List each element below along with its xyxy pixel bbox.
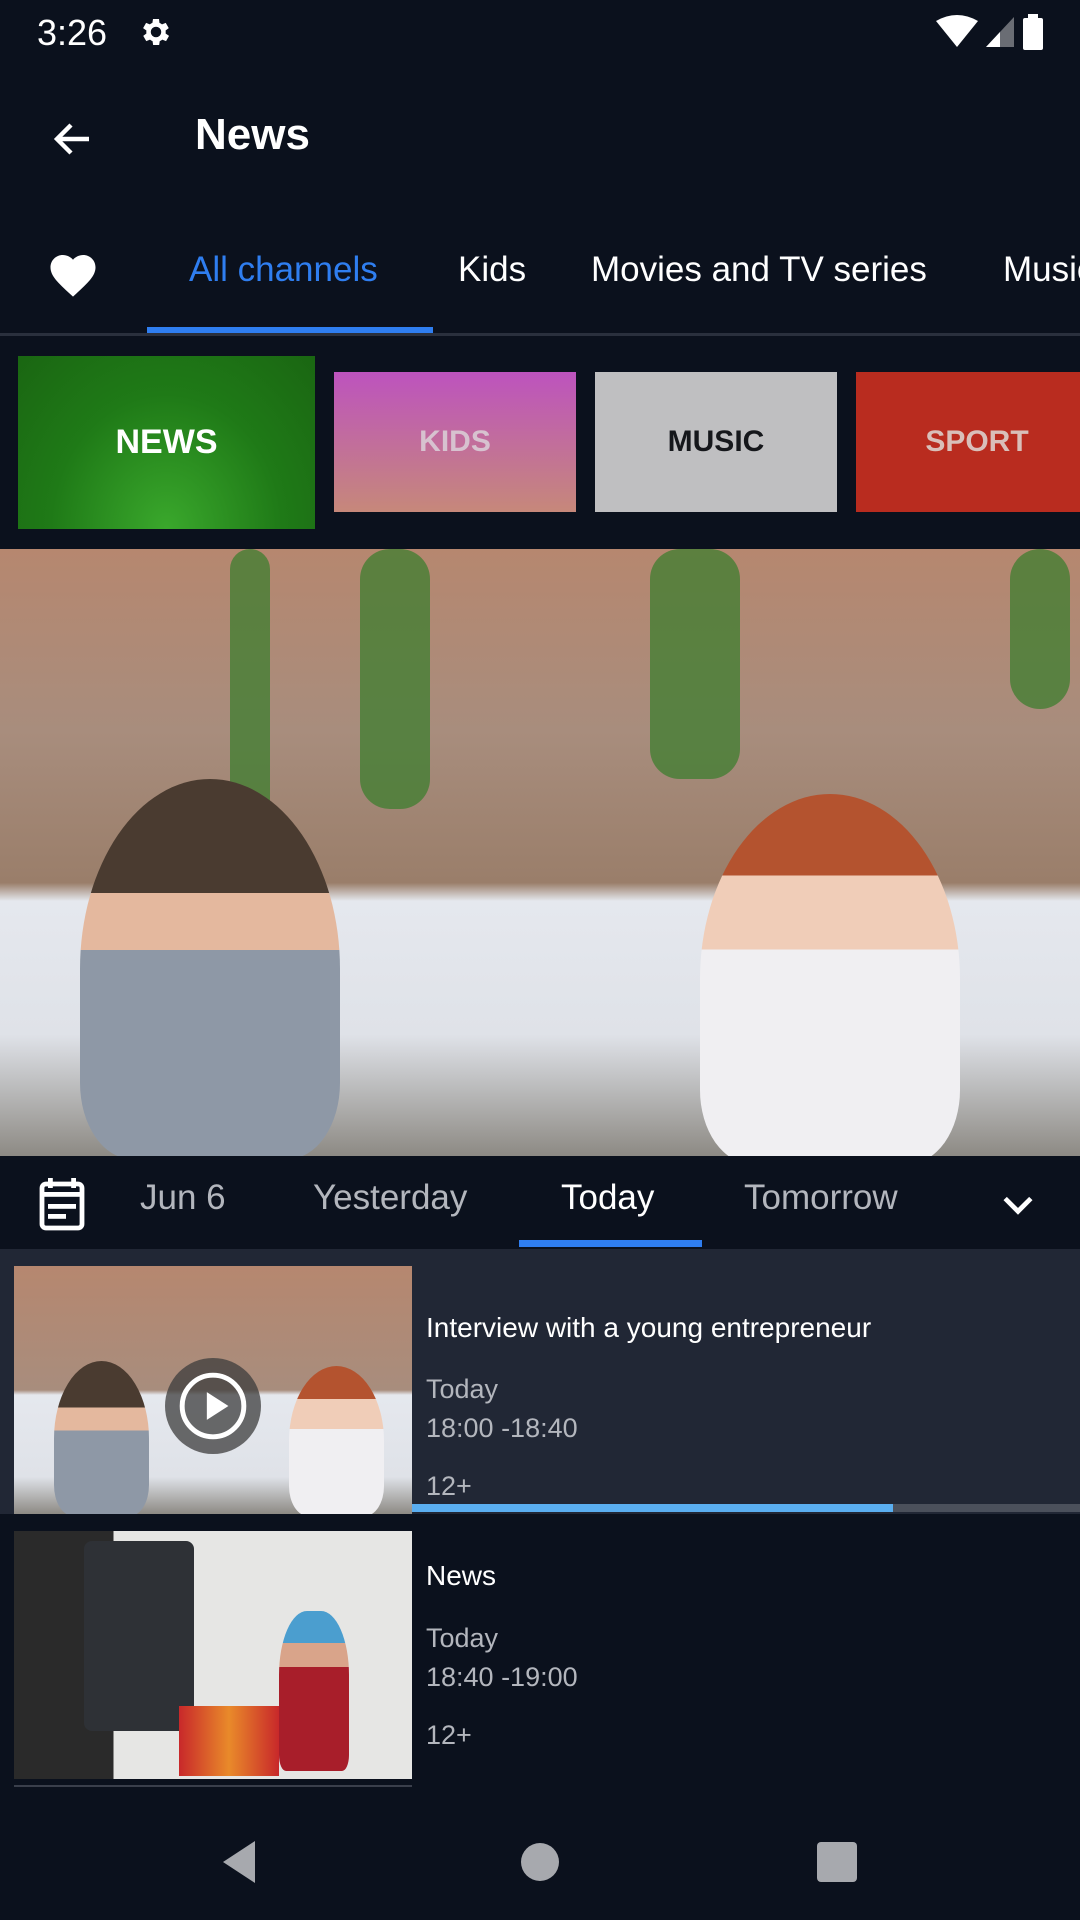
plant-decoration — [650, 549, 740, 779]
item-divider — [14, 1785, 412, 1787]
program-preview-image[interactable] — [0, 549, 1080, 1156]
wifi-icon — [936, 15, 978, 47]
calendar-icon — [39, 1178, 85, 1231]
program-thumbnail[interactable] — [14, 1531, 412, 1779]
calendar-button[interactable] — [36, 1176, 88, 1232]
date-selector: Jun 6 Yesterday Today Tomorrow — [0, 1156, 1080, 1249]
program-day: Today — [426, 1623, 499, 1653]
interviewee-figure — [700, 794, 960, 1156]
age-rating: 12+ — [426, 1720, 472, 1750]
category-tile-news[interactable]: NEWS — [18, 356, 315, 529]
program-day: Today — [426, 1374, 499, 1404]
page-title: News — [195, 110, 310, 159]
coolers-figure — [179, 1706, 279, 1776]
category-tile-music[interactable]: MUSIC — [595, 372, 837, 512]
tab-all-channels[interactable]: All channels — [189, 250, 378, 290]
date-tab-yesterday[interactable]: Yesterday — [313, 1178, 467, 1218]
program-progress-fill — [412, 1504, 893, 1512]
heart-icon — [50, 255, 96, 297]
program-list-item[interactable]: Interview with a young entrepreneur Toda… — [0, 1249, 1080, 1514]
play-button[interactable] — [165, 1358, 261, 1454]
recents-square-icon — [817, 1842, 857, 1882]
tab-music[interactable]: Music — [1003, 250, 1080, 290]
gear-icon — [143, 18, 170, 46]
program-time: 18:00 -18:40 — [426, 1413, 578, 1443]
interviewee-figure — [289, 1366, 384, 1514]
interviewer-figure — [80, 779, 340, 1156]
back-triangle-icon — [223, 1841, 255, 1883]
category-tiles: NEWS KIDS MUSIC SPORT — [0, 339, 1080, 549]
date-tab-jun-6[interactable]: Jun 6 — [140, 1178, 226, 1218]
active-tab-indicator — [147, 327, 433, 333]
age-rating: 12+ — [426, 1471, 472, 1501]
date-tab-tomorrow[interactable]: Tomorrow — [744, 1178, 898, 1218]
signal-icon — [986, 17, 1014, 47]
plant-decoration — [360, 549, 430, 809]
chevron-down-icon — [1003, 1196, 1033, 1215]
expand-dates-button[interactable] — [996, 1182, 1040, 1226]
nav-back-button[interactable] — [209, 1832, 269, 1892]
program-thumbnail[interactable] — [14, 1266, 412, 1514]
tab-movies-and-tv-series[interactable]: Movies and TV series — [591, 250, 927, 290]
interviewer-figure — [54, 1361, 149, 1514]
channel-tabs: All channels Kids Movies and TV series M… — [0, 222, 1080, 336]
system-nav-bar — [0, 1796, 1080, 1920]
category-tile-sport[interactable]: SPORT — [856, 372, 1080, 512]
reporter-figure — [279, 1611, 349, 1771]
program-title: News — [426, 1560, 497, 1591]
program-title: Interview with a young entrepreneur — [426, 1312, 872, 1343]
active-date-indicator — [519, 1240, 702, 1247]
plant-decoration — [1010, 549, 1070, 709]
arrow-left-icon — [53, 123, 89, 155]
program-list-item[interactable]: News Today 18:40 -19:00 12+ — [0, 1514, 1080, 1787]
back-button[interactable] — [44, 110, 102, 168]
date-tab-today[interactable]: Today — [561, 1178, 654, 1218]
program-progress-bar — [412, 1504, 1080, 1512]
play-icon — [179, 1372, 247, 1440]
status-bar: 3:26 — [0, 0, 1080, 68]
toolbar: News — [0, 68, 1080, 208]
home-circle-icon — [521, 1843, 559, 1881]
tab-kids[interactable]: Kids — [458, 250, 526, 290]
battery-icon — [1023, 14, 1043, 50]
favorites-button[interactable] — [44, 244, 102, 302]
nav-home-button[interactable] — [510, 1832, 570, 1892]
camera-figure — [84, 1541, 194, 1731]
status-time: 3:26 — [37, 12, 108, 53]
nav-recents-button[interactable] — [807, 1832, 867, 1892]
category-tile-kids[interactable]: KIDS — [334, 372, 576, 512]
program-time: 18:40 -19:00 — [426, 1662, 578, 1692]
